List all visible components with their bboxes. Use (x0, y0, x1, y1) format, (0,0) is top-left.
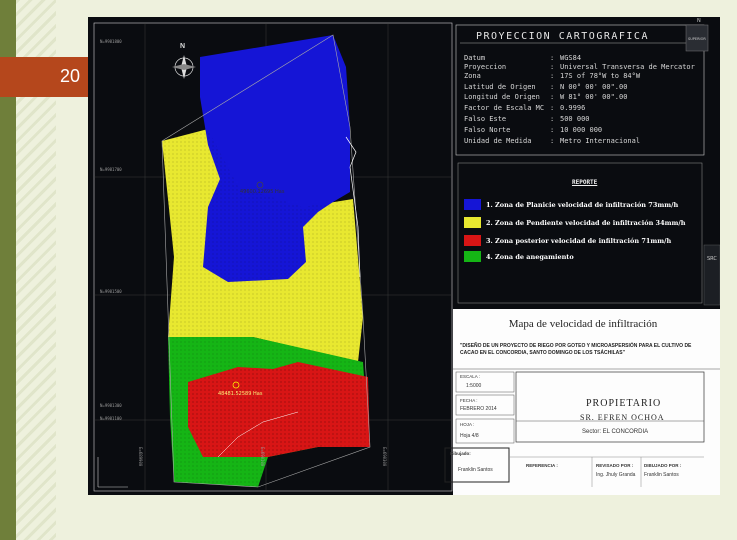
area-label-red: 48481.52589 Has (218, 391, 263, 397)
zone-texture (188, 362, 370, 457)
project-description: "DISEÑO DE UN PROYECTO DE RIEGO POR GOTE… (460, 343, 692, 356)
map-title: Mapa de velocidad de infiltración (508, 318, 658, 330)
north-arrow-icon (172, 55, 196, 79)
owner-sector: Sector: EL CONCORDIA (582, 429, 649, 435)
fecha-value: FEBRERO 2014 (460, 406, 497, 412)
projection-row: Unidad de Medida: Metro Internacional (464, 137, 641, 145)
coord-label: N=9981300 (100, 403, 122, 408)
projection-row: Proyeccion: Universal Transversa de Merca… (464, 63, 695, 71)
report-title: REPORTE (572, 179, 598, 186)
viewcube-label[interactable]: SUPERIOR (688, 37, 706, 41)
projection-row: Zona:17S of 78°W to 84°W (464, 72, 641, 80)
projection-row: Falso Este:500 000 (464, 115, 590, 123)
projection-row: Datum: WGS84 (464, 54, 582, 62)
escala-label: ESCALA : (460, 374, 481, 379)
projection-row: Longitud de Origen: W 81° 00' 00".00 (464, 93, 628, 101)
coord-label: N=9981800 (100, 39, 122, 44)
coord-label: E=690300 (382, 447, 387, 467)
legend-swatch-red (464, 235, 481, 246)
projection-title: PROYECCION CARTOGRAFICA (476, 31, 649, 42)
coord-label: N=9981700 (100, 167, 122, 172)
area-label-blue: 49600.12695 Has (240, 189, 285, 195)
coord-label: N=9981100 (100, 416, 122, 421)
revisado-label: REVISADO POR : (596, 463, 634, 468)
legend-swatch-blue (464, 199, 481, 210)
slide-number-tab: 20 (0, 57, 88, 97)
revisado-name: Ing. Jhuly Granda (596, 472, 636, 478)
hoja-label: HOJA : (460, 422, 475, 427)
hoja-value: Hoja 4/8 (460, 433, 479, 439)
coord-label: N=9981500 (100, 289, 122, 294)
owner-name: SR. EFREN OCHOA (580, 413, 665, 422)
ucs-icon (97, 457, 128, 488)
projection-panel: PROYECCION CARTOGRAFICA Datum: WGS84 Proy… (456, 27, 704, 157)
fecha-label: FECHA : (460, 398, 478, 403)
cad-viewport[interactable]: PROYECCION CARTOGRAFICA Datum: WGS84 Proy… (88, 17, 720, 495)
escala-value: 1:5000 (466, 383, 482, 389)
projection-row: Falso Norte:10 000 000 (464, 126, 603, 134)
owner-title: PROPIETARIO (586, 398, 662, 409)
navbar[interactable] (703, 244, 720, 306)
drawn-name: Franklin Santos (458, 467, 493, 473)
viewcube-north: N (697, 18, 701, 24)
north-label: N (180, 43, 186, 50)
dibujado-label: DIBUJADO POR : (644, 463, 682, 468)
legend-swatch-green (464, 251, 481, 262)
coord-label: E=690100 (260, 447, 265, 467)
slide-number: 20 (60, 66, 81, 86)
coord-label: E=689900 (138, 447, 143, 467)
legend-swatch-yellow (464, 217, 481, 228)
navbar-label[interactable]: SRC (707, 256, 717, 262)
drawn-label: Dibujado: (450, 451, 471, 456)
projection-row: Factor de Escala MC:0.9996 (464, 104, 586, 112)
reference-label: REFERENCIA : (526, 463, 558, 468)
projection-row: Latitud de Origen: N 00° 00' 00".00 (464, 83, 628, 91)
dibujado-name: Franklin Santos (644, 472, 679, 478)
